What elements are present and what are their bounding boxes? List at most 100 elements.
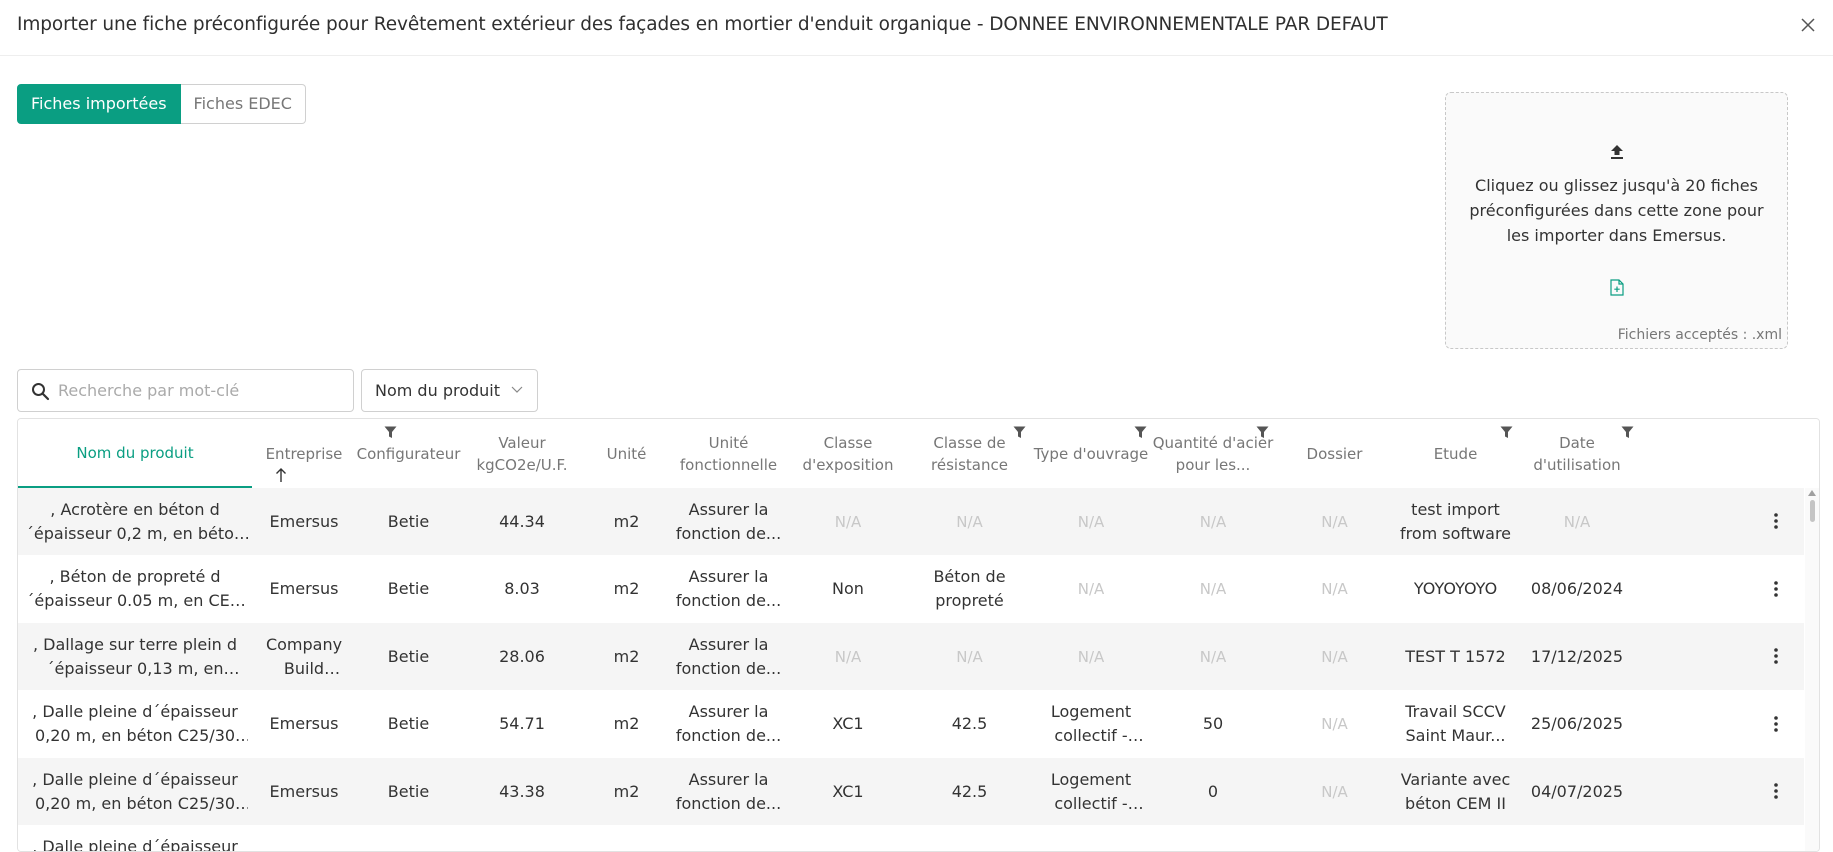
cell-text: 42.5 [951, 781, 988, 801]
tab-fiches-importees[interactable]: Fiches importées [17, 84, 181, 124]
cell-text: , Acrotère en béton d´épaisseur 0,2 m, e… [25, 499, 245, 543]
cell-text: TEST T 1572 [1405, 646, 1506, 666]
column-header-value[interactable]: Valeur kgCO2e/U.F. [461, 419, 583, 488]
cell-study: Travail [1395, 826, 1516, 851]
cell-text: Betie [387, 781, 430, 801]
cell-resistance-class: N/A [909, 623, 1030, 690]
cell-functional-unit: Assurer la fonction de... [670, 623, 787, 690]
cell-text: Logement collectif - Dall... [1050, 769, 1132, 813]
cell-configurator: Betie [356, 556, 461, 623]
cell-study: Travail SCCV Saint Maur... [1395, 691, 1516, 758]
cell-exposure-class [787, 826, 909, 852]
column-header-unit[interactable]: Unité [583, 419, 670, 488]
cell-text: Travail [1430, 847, 1482, 851]
row-actions-button[interactable] [1763, 643, 1789, 669]
table-row[interactable]: , Acrotère en béton d´épaisseur 0,2 m, e… [18, 488, 1804, 555]
column-header-product-name[interactable]: Nom du produit [18, 419, 252, 488]
column-header-folder[interactable]: Dossier [1274, 419, 1395, 488]
row-actions-button[interactable] [1763, 508, 1789, 534]
cell-company: Emersus [252, 488, 356, 555]
cell-text: 8.03 [504, 579, 540, 598]
file-add-icon [1609, 279, 1624, 296]
column-header-label: Classe de résistance [931, 433, 1008, 474]
cell-resistance-class: Béton de propreté [909, 556, 1030, 623]
cell-configurator: Betie [356, 623, 461, 690]
table-row[interactable]: , Dalle pleine d´épaisseur 0,20 m, en bé… [18, 758, 1804, 825]
cell-exposure-class: XC1 [787, 758, 909, 825]
cell-text: Logement collectif - Dall... [1050, 702, 1132, 745]
chevron-down-icon [511, 386, 523, 393]
table-row[interactable]: , Dallage sur terre plein d ´épaisseur 0… [18, 623, 1804, 690]
column-header-configurator[interactable]: Configurateur [356, 419, 461, 488]
cell-text: N/A [1077, 580, 1105, 598]
cell-text: N/A [1077, 647, 1105, 666]
upload-icon [1610, 145, 1623, 159]
cell-text: Assurer la [689, 847, 769, 851]
column-header-usage-date[interactable]: Date d'utilisation [1516, 419, 1638, 488]
column-header-functional-unit[interactable]: Unité fonctionnelle [670, 419, 787, 488]
dropzone-text: Cliquez ou glissez jusqu'à 20 fiches pré… [1469, 176, 1764, 245]
row-actions-button[interactable] [1763, 576, 1789, 602]
cell-steel-quantity: N/A [1152, 556, 1274, 623]
modal-header: Importer une fiche préconfigurée pour Re… [0, 0, 1833, 56]
cell-text: test import from software [1399, 499, 1512, 543]
table-row[interactable]: , Béton de propreté d´épaisseur 0.05 m, … [18, 555, 1804, 623]
column-header-label: Date d'utilisation [1533, 433, 1621, 474]
cell-unit: m2 [583, 488, 670, 555]
cell-text: Assurer la fonction de... [675, 702, 782, 745]
modal-title: Importer une fiche préconfigurée pour Re… [17, 14, 1388, 35]
cell-functional-unit: Assurer la fonction de... [670, 691, 787, 758]
products-table: Nom du produit Entreprise Configurateur Val… [17, 418, 1820, 852]
cell-text: 44.34 [499, 511, 545, 531]
cell-study: TEST T 1572 [1395, 623, 1516, 690]
cell-text: Emersus [269, 714, 339, 733]
cell-text: Assurer la fonction de... [675, 567, 782, 610]
more-vertical-icon [1774, 715, 1778, 732]
more-vertical-icon [1774, 513, 1778, 529]
table-row[interactable]: , Dalle pleine d´épaisseur 0,25 m... Assu… [18, 825, 1804, 852]
cell-configurator [356, 826, 461, 852]
scroll-thumb[interactable] [1810, 500, 1815, 522]
cell-unit: m2 [583, 623, 670, 690]
scroll-up-icon[interactable] [1808, 490, 1816, 496]
cell-product-name: , Béton de propreté d´épaisseur 0.05 m, … [18, 556, 252, 623]
cell-text: Betie [387, 714, 430, 733]
cell-functional-unit: Assurer la fonction de... [670, 556, 787, 623]
column-header-steel-quantity[interactable]: Quantité d'acier pour les... [1152, 419, 1274, 488]
cell-steel-quantity: N/A [1152, 623, 1274, 690]
cell-text: , Dalle pleine d´épaisseur 0,20 m, en bé… [32, 702, 238, 745]
tabs: Fiches importées Fiches EDEC [17, 84, 306, 124]
column-header-study[interactable]: Etude [1395, 419, 1516, 488]
cell-text: Company Build Score,... [265, 634, 343, 678]
file-dropzone[interactable]: Cliquez ou glissez jusqu'à 20 fiches pré… [1445, 92, 1788, 349]
close-icon [1801, 18, 1815, 32]
cell-unit [583, 826, 670, 852]
search-field[interactable] [17, 369, 354, 412]
tab-fiches-edec[interactable]: Fiches EDEC [180, 84, 306, 124]
cell-text: N/A [834, 647, 862, 666]
table-row[interactable]: , Dalle pleine d´épaisseur 0,20 m, en bé… [18, 690, 1804, 758]
row-actions-button[interactable] [1763, 711, 1789, 737]
column-header-exposure-class[interactable]: Classe d'exposition [787, 419, 909, 488]
table-scrollbar[interactable] [1805, 488, 1819, 851]
cell-product-name: , Acrotère en béton d´épaisseur 0,2 m, e… [18, 488, 252, 555]
cell-usage-date: 25/06/2025 [1516, 691, 1638, 758]
sort-select[interactable]: Nom du produit [361, 369, 538, 412]
column-header-resistance-class[interactable]: Classe de résistance [909, 419, 1030, 488]
search-input[interactable] [58, 372, 346, 409]
cell-text: Variante avec béton CEM II [1400, 769, 1511, 813]
close-button[interactable] [1795, 12, 1821, 38]
cell-work-type: N/A [1030, 623, 1152, 690]
cell-value: 44.34 [461, 488, 583, 555]
cell-steel-quantity: 0 [1152, 758, 1274, 825]
column-header-company[interactable]: Entreprise [252, 419, 356, 488]
column-header-work-type[interactable]: Type d'ouvrage [1030, 419, 1152, 488]
cell-text: 54.71 [499, 714, 545, 733]
column-header-label: Entreprise [265, 444, 343, 463]
cell-text: Betie [387, 511, 430, 531]
column-header-label: Nom du produit [76, 443, 194, 462]
row-actions-button[interactable] [1763, 778, 1789, 804]
cell-text: Non [832, 579, 864, 598]
cell-unit: m2 [583, 556, 670, 623]
cell-text: N/A [1199, 580, 1227, 598]
